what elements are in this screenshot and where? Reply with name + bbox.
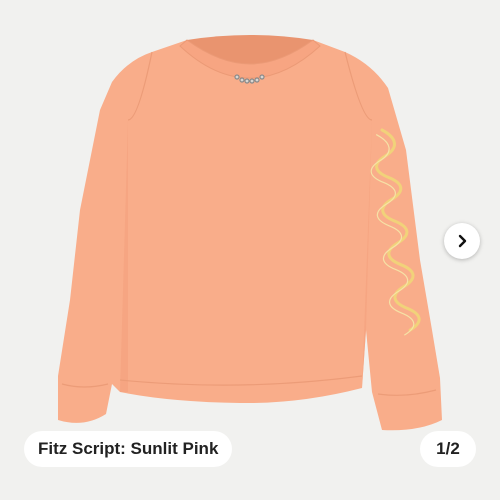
- chevron-right-icon: [458, 234, 467, 248]
- product-image: [58, 35, 442, 431]
- product-gallery: Fitz Script: Sunlit Pink 1/2: [0, 0, 500, 500]
- image-counter: 1/2: [420, 431, 476, 467]
- color-caption: Fitz Script: Sunlit Pink: [24, 431, 233, 467]
- color-caption-text: Fitz Script: Sunlit Pink: [38, 439, 219, 458]
- image-counter-text: 1/2: [436, 439, 460, 458]
- shirt-body: [58, 40, 442, 431]
- next-image-button[interactable]: [444, 223, 480, 259]
